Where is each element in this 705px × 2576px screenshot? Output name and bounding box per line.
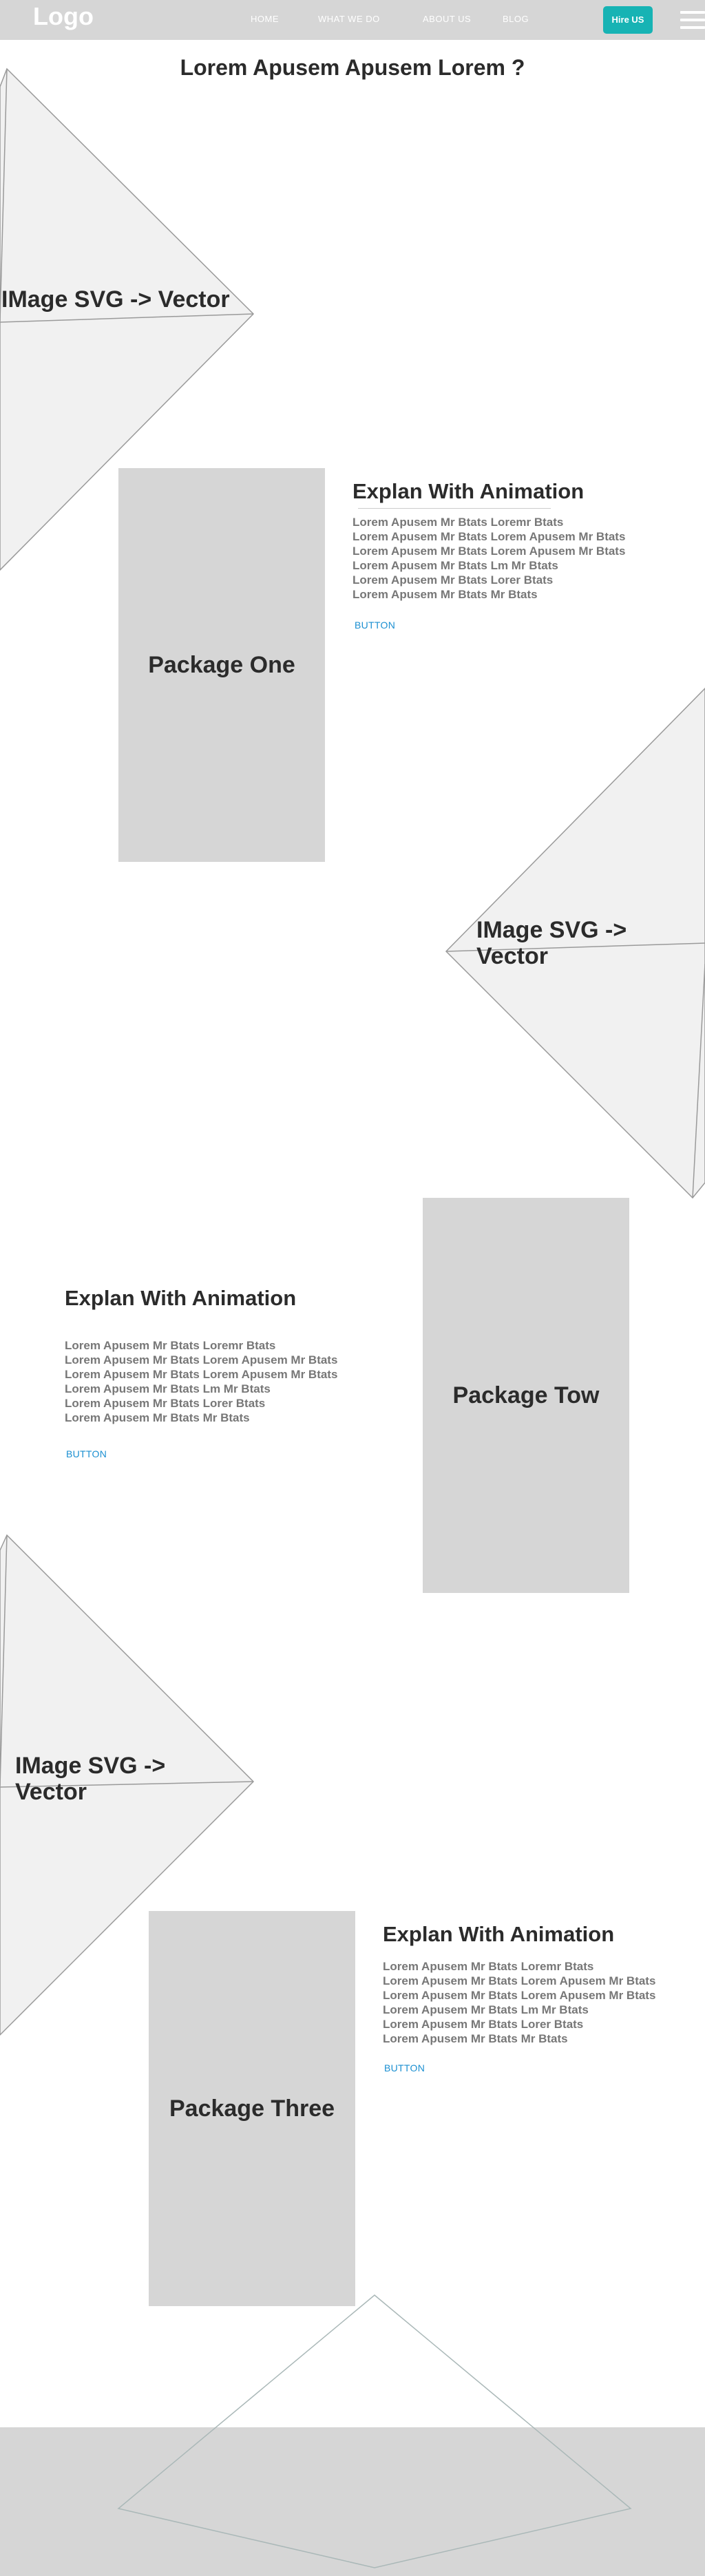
footer-diamond-shape [117, 2294, 632, 2568]
